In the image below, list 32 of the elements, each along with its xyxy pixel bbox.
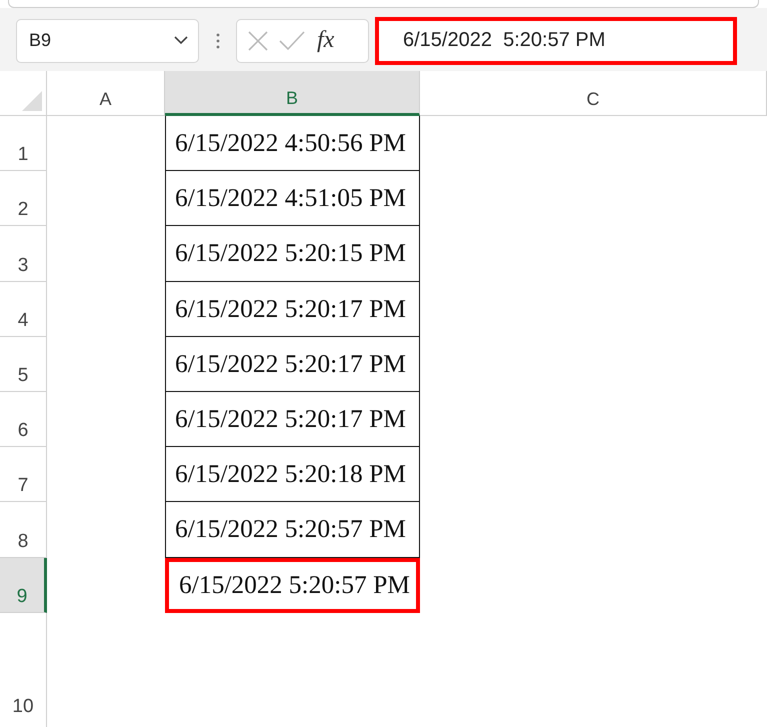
table-cell: 6/15/2022 4:50:56 PM [165, 116, 420, 172]
row-header[interactable]: 5 [0, 336, 47, 392]
insert-function-button[interactable]: fx [317, 27, 334, 54]
row-header[interactable]: 3 [0, 226, 47, 282]
row-header[interactable]: 4 [0, 282, 47, 337]
column-header[interactable]: A [47, 71, 165, 116]
table-cell: 6/15/2022 5:20:15 PM [165, 226, 420, 282]
cell-reference: B9 [29, 30, 52, 51]
formula-field[interactable]: 6/15/2022 5:20:57 PM [375, 16, 737, 64]
table-cell: 6/15/2022 5:20:17 PM [165, 392, 420, 448]
row-header[interactable]: 8 [0, 502, 47, 558]
column-header[interactable]: B [165, 71, 420, 116]
table-cell: 6/15/2022 5:20:17 PM [165, 282, 420, 337]
name-box[interactable]: B9 [16, 18, 199, 62]
caret-icon[interactable] [174, 36, 188, 45]
table-cell: 6/15/2022 4:51:05 PM [165, 171, 420, 226]
table-cell: 6/15/2022 5:20:17 PM [165, 336, 420, 392]
select-all-corner[interactable] [0, 71, 47, 116]
row-header[interactable]: 10 [0, 612, 47, 727]
row-header[interactable]: 6 [0, 392, 47, 448]
table-cell: 6/15/2022 5:20:57 PM [165, 502, 420, 558]
row-header[interactable]: 2 [0, 171, 47, 226]
table-cell: 6/15/2022 5:20:18 PM [165, 447, 420, 502]
row-header[interactable]: 7 [0, 447, 47, 502]
column-header[interactable]: C [420, 71, 767, 116]
row-header[interactable]: 1 [0, 116, 47, 172]
triangle-icon [22, 91, 42, 111]
table-cell: 6/15/2022 5:20:57 PM [165, 558, 420, 613]
row-header[interactable]: 9 [0, 558, 47, 613]
check-icon[interactable] [279, 30, 305, 50]
cancel-icon[interactable] [247, 30, 269, 52]
drag-handle-icon[interactable] [216, 32, 220, 48]
